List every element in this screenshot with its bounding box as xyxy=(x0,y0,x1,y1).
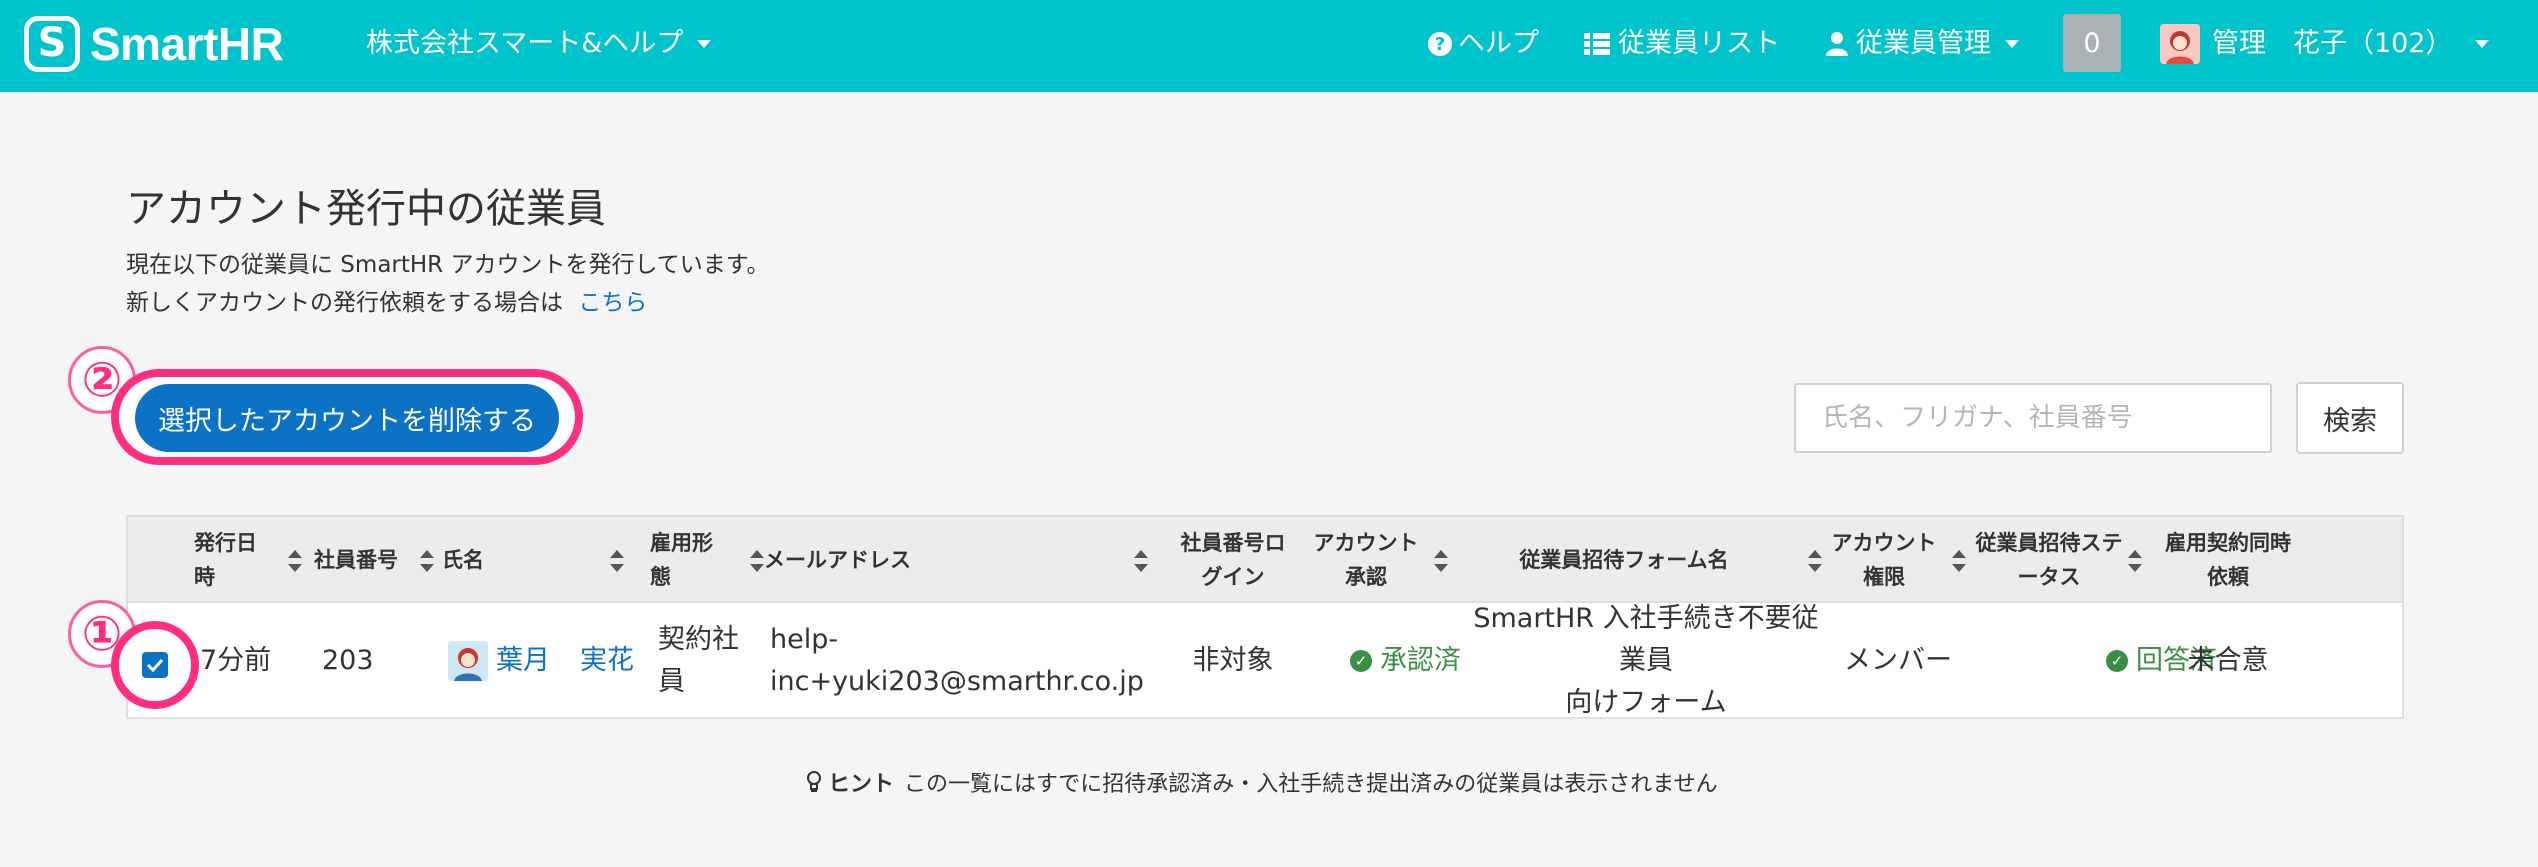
col-email[interactable]: メールアドレス xyxy=(764,517,1150,603)
cell-account-approval: ✓ 承認済 xyxy=(1350,603,1461,719)
page-description-2: 新しくアカウントの発行依頼をする場合は こちら xyxy=(126,286,647,320)
top-navbar: S SmartHR 株式会社スマート&ヘルプ ? ヘルプ 従業員リスト 従業員管… xyxy=(0,0,2538,92)
col-label: 雇用契約同時依頼 xyxy=(2165,531,2291,589)
sort-icon xyxy=(2128,550,2142,572)
checkmark-icon xyxy=(146,658,164,672)
employee-last-name[interactable]: 葉月 xyxy=(496,640,550,682)
col-issued-at[interactable]: 発行日時 xyxy=(194,517,304,603)
row-checkbox-highlight xyxy=(111,621,199,709)
employee-avatar xyxy=(448,641,488,681)
col-label: 従業員招待ステータス xyxy=(1975,531,2123,589)
employee-table: 発行日時 社員番号 氏名 雇用形態 メールアドレス 社員番号ログイン アカウント… xyxy=(126,515,2404,719)
cell-name[interactable]: 葉月 実花 xyxy=(448,603,634,719)
avatar xyxy=(2160,24,2200,64)
chevron-down-icon xyxy=(2005,40,2019,48)
user-menu[interactable]: 管理 花子（102） xyxy=(2160,24,2489,64)
hint-label: ヒント xyxy=(828,772,895,797)
lightbulb-icon xyxy=(807,771,821,792)
col-label: 社員番号 xyxy=(314,548,398,572)
cell-invite-form: SmartHR 入社手続き不要従業員 向けフォーム xyxy=(1468,603,1824,719)
list-icon xyxy=(1584,33,1610,55)
page-description: 現在以下の従業員に SmartHR アカウントを発行しています。 xyxy=(126,252,770,278)
search-button[interactable]: 検索 xyxy=(2296,382,2404,454)
smarthr-logo-icon: S xyxy=(24,16,80,72)
row-select-checkbox[interactable] xyxy=(142,652,168,678)
logo-mark-letter: S xyxy=(37,19,67,66)
sort-icon xyxy=(1808,550,1822,572)
email-line-1: help- xyxy=(770,624,839,655)
col-employment-type[interactable]: 雇用形態 xyxy=(650,517,766,603)
col-emp-no[interactable]: 社員番号 xyxy=(314,517,436,603)
col-invite-status[interactable]: 従業員招待ステータス xyxy=(1974,517,2144,603)
nav-employee-management-label: 従業員管理 xyxy=(1856,28,1991,59)
col-label: 雇用形態 xyxy=(650,531,713,589)
hint-text: この一覧にはすでに招待承認済み・入社手続き提出済みの従業員は表示されません xyxy=(904,772,1718,797)
col-emp-no-login[interactable]: 社員番号ログイン xyxy=(1178,517,1288,603)
table-header: 発行日時 社員番号 氏名 雇用形態 メールアドレス 社員番号ログイン アカウント… xyxy=(128,517,2402,603)
col-account-approval[interactable]: アカウント承認 xyxy=(1310,517,1450,603)
nav-employee-management[interactable]: 従業員管理 xyxy=(1826,24,2019,64)
col-label: アカウント権限 xyxy=(1831,531,1937,589)
delete-button-highlight: 選択したアカウントを削除する xyxy=(111,369,583,465)
cell-contract-request: 未合意 xyxy=(2187,645,2269,676)
sort-icon xyxy=(288,550,302,572)
col-label: 発行日時 xyxy=(194,531,257,589)
company-name: 株式会社スマート&ヘルプ xyxy=(366,28,684,59)
col-label: メールアドレス xyxy=(764,548,911,572)
cell-employment-type: 契約社員 xyxy=(658,624,739,697)
cell-email: help- inc+yuki203@smarthr.co.jp xyxy=(770,603,1144,719)
sort-icon xyxy=(1434,550,1448,572)
sort-icon xyxy=(1134,550,1148,572)
sort-icon xyxy=(750,550,764,572)
check-circle-icon: ✓ xyxy=(2106,650,2128,672)
cell-emp-no: 203 xyxy=(322,645,374,676)
hint: ヒント この一覧にはすでに招待承認済み・入社手続き提出済みの従業員は表示されませ… xyxy=(806,766,1718,798)
search-input[interactable] xyxy=(1794,383,2272,453)
nav-help-label: ヘルプ xyxy=(1458,28,1539,59)
account-approval-status: 承認済 xyxy=(1380,645,1461,676)
question-circle-icon: ? xyxy=(1428,32,1452,56)
invite-form-line-2: 向けフォーム xyxy=(1565,687,1727,718)
col-label: 従業員招待フォーム名 xyxy=(1519,548,1729,572)
sort-icon xyxy=(610,550,624,572)
col-label: 社員番号ログイン xyxy=(1180,531,1286,589)
email-line-2: inc+yuki203@smarthr.co.jp xyxy=(770,666,1144,697)
logo-text: SmartHR xyxy=(90,18,284,70)
nav-help[interactable]: ? ヘルプ xyxy=(1428,24,1539,64)
sort-icon xyxy=(1952,550,1966,572)
invite-form-line-1: SmartHR 入社手続き不要従業員 xyxy=(1473,603,1819,676)
cell-issued-at: 7分前 xyxy=(200,645,272,676)
check-circle-icon: ✓ xyxy=(1350,650,1372,672)
nav-employee-list[interactable]: 従業員リスト xyxy=(1584,24,1780,64)
avatar-image xyxy=(2160,24,2200,64)
chevron-down-icon xyxy=(697,40,712,48)
company-switcher[interactable]: 株式会社スマート&ヘルプ xyxy=(366,24,712,64)
col-label: アカウント承認 xyxy=(1313,531,1419,589)
user-icon xyxy=(1826,32,1848,56)
user-name: 管理 花子（102） xyxy=(2212,28,2453,59)
page-title: アカウント発行中の従業員 xyxy=(126,186,606,232)
smarthr-logo[interactable]: S SmartHR xyxy=(24,14,284,74)
request-prefix: 新しくアカウントの発行依頼をする場合は xyxy=(126,290,563,316)
col-contract-request[interactable]: 雇用契約同時依頼 xyxy=(2158,517,2298,603)
col-name[interactable]: 氏名 xyxy=(442,517,626,603)
cell-account-role: メンバー xyxy=(1844,645,1952,676)
col-account-role[interactable]: アカウント権限 xyxy=(1828,517,1968,603)
col-label: 氏名 xyxy=(442,548,484,572)
col-invite-form[interactable]: 従業員招待フォーム名 xyxy=(1464,517,1824,603)
sort-icon xyxy=(420,550,434,572)
delete-selected-accounts-button[interactable]: 選択したアカウントを削除する xyxy=(135,384,559,452)
request-link[interactable]: こちら xyxy=(578,290,647,316)
chevron-down-icon xyxy=(2474,40,2489,48)
notification-badge[interactable]: 0 xyxy=(2063,14,2121,72)
cell-emp-no-login: 非対象 xyxy=(1192,645,1274,676)
nav-employee-list-label: 従業員リスト xyxy=(1618,28,1780,59)
employee-first-name[interactable]: 実花 xyxy=(580,640,634,682)
